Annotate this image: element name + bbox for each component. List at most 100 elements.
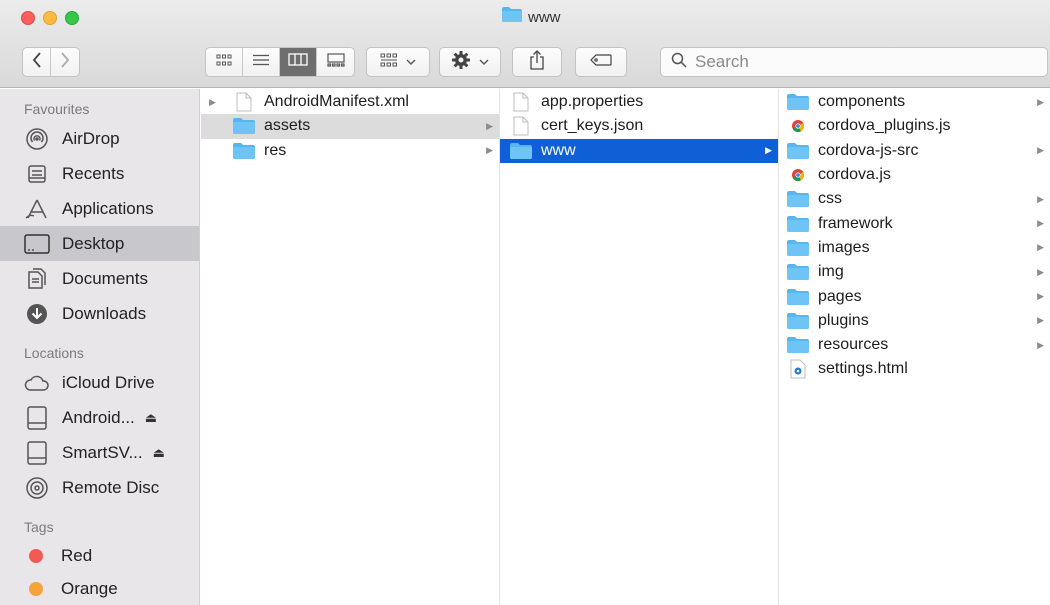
sidebar-item-recents[interactable]: Recents: [0, 156, 199, 191]
folder-name: www: [541, 141, 576, 159]
share-button[interactable]: [512, 47, 562, 77]
folder-name: cordova-js-src: [818, 141, 919, 159]
list-item-img[interactable]: img ▶: [779, 260, 1050, 284]
sidebar-item-label: Recents: [62, 163, 125, 183]
chevron-right-icon: ▶: [486, 120, 493, 131]
list-item-framework[interactable]: framework ▶: [779, 211, 1050, 235]
chevron-right-icon: ▶: [486, 145, 493, 156]
list-item-images[interactable]: images ▶: [779, 236, 1050, 260]
recents-icon: [24, 162, 50, 186]
chevron-right-icon: [60, 51, 70, 73]
orange-tag-dot-icon: [29, 581, 43, 596]
chrome-document-icon: [787, 168, 809, 182]
airdrop-icon: [24, 127, 50, 151]
folder-name: css: [818, 190, 842, 208]
sidebar-item-tag-red[interactable]: Red: [0, 539, 199, 572]
list-item-cordova-js-src[interactable]: cordova-js-src ▶: [779, 139, 1050, 163]
red-tag-dot-icon: [29, 548, 43, 563]
close-window-button[interactable]: [21, 11, 35, 25]
sidebar-item-smartsv-disk[interactable]: SmartSV... ⏏: [0, 435, 199, 470]
list-item-settings-html[interactable]: settings.html: [779, 357, 1050, 381]
share-icon: [529, 49, 545, 75]
sidebar-item-applications[interactable]: Applications: [0, 191, 199, 226]
sidebar-item-label: Applications: [62, 198, 154, 218]
forward-button[interactable]: [51, 48, 79, 76]
folder-icon: [787, 191, 809, 208]
icon-view-button[interactable]: [206, 48, 243, 76]
file-name: app.properties: [541, 93, 644, 111]
folder-icon: [787, 239, 809, 256]
sidebar-item-label: Red: [61, 545, 93, 565]
group-by-button[interactable]: [366, 47, 430, 77]
chevron-right-icon: ▶: [1037, 218, 1044, 229]
window-title-text: www: [528, 8, 561, 26]
sidebar-item-android-disk[interactable]: Android... ⏏: [0, 400, 199, 435]
document-icon: [510, 92, 532, 112]
file-name: settings.html: [818, 360, 908, 378]
list-item-assets[interactable]: assets ▶: [201, 114, 499, 139]
list-item-res[interactable]: res ▶: [201, 139, 499, 163]
desktop-icon: [24, 232, 50, 256]
list-view-button[interactable]: [243, 48, 280, 76]
list-item-components[interactable]: components ▶: [779, 90, 1050, 114]
folder-icon: [787, 337, 809, 354]
list-item-cert-keys-json[interactable]: cert_keys.json: [500, 114, 778, 138]
column-view-button[interactable]: [279, 48, 318, 76]
sidebar-item-label: Orange: [61, 578, 118, 598]
list-item-cordova-js[interactable]: cordova.js: [779, 163, 1050, 187]
chevron-down-icon: [479, 53, 489, 71]
list-item-androidmanifest-xml[interactable]: ▶ AndroidManifest.xml: [201, 90, 499, 114]
list-item-css[interactable]: css ▶: [779, 187, 1050, 211]
action-button[interactable]: [439, 47, 501, 77]
list-item-pages[interactable]: pages ▶: [779, 284, 1050, 308]
html-document-icon: [787, 359, 809, 379]
sidebar-item-tag-orange[interactable]: Orange: [0, 572, 199, 605]
folder-icon: [233, 118, 255, 135]
chevron-down-icon: [406, 53, 416, 71]
icloud-icon: [24, 371, 50, 395]
zoom-window-button[interactable]: [65, 11, 79, 25]
folder-icon: [787, 94, 809, 111]
minimize-window-button[interactable]: [43, 11, 57, 25]
search-field[interactable]: [660, 47, 1048, 77]
sidebar-item-documents[interactable]: Documents: [0, 261, 199, 296]
sidebar-item-label: Remote Disc: [62, 477, 160, 497]
disclosure-triangle-icon[interactable]: ▶: [209, 97, 216, 108]
sidebar-item-airdrop[interactable]: AirDrop: [0, 121, 199, 156]
list-item-app-properties[interactable]: app.properties: [500, 90, 778, 114]
sidebar-item-desktop[interactable]: Desktop: [0, 226, 199, 261]
folder-name: framework: [818, 214, 893, 232]
remote-disc-icon: [24, 476, 50, 500]
gallery-view-button[interactable]: [317, 48, 354, 76]
chevron-right-icon: ▶: [1037, 242, 1044, 253]
chevron-right-icon: ▶: [1037, 266, 1044, 277]
column-3: components ▶ cordova_plugins.js cordova-…: [779, 89, 1050, 605]
downloads-icon: [24, 302, 50, 326]
list-item-cordova-plugins-js[interactable]: cordova_plugins.js: [779, 114, 1050, 138]
group-by-icon: [380, 53, 398, 72]
sidebar-item-downloads[interactable]: Downloads: [0, 296, 199, 331]
edit-tags-button[interactable]: [575, 47, 627, 77]
folder-icon: [787, 215, 809, 232]
search-input[interactable]: [695, 52, 995, 72]
eject-button[interactable]: ⏏: [145, 410, 157, 426]
disk-icon: [24, 405, 50, 430]
list-item-resources[interactable]: resources ▶: [779, 333, 1050, 357]
folder-icon: [787, 312, 809, 329]
window-title: www: [502, 6, 561, 28]
sidebar-item-remote-disc[interactable]: Remote Disc: [0, 470, 199, 505]
chevron-right-icon: ▶: [765, 145, 772, 156]
column-view-icon: [288, 53, 308, 71]
list-item-plugins[interactable]: plugins ▶: [779, 309, 1050, 333]
back-forward-group: [22, 47, 80, 77]
folder-icon: [787, 264, 809, 281]
list-view-icon: [252, 53, 270, 71]
file-name: cordova_plugins.js: [818, 117, 951, 135]
search-icon: [671, 52, 687, 73]
sidebar-item-label: Downloads: [62, 303, 147, 323]
list-item-www[interactable]: www ▶: [500, 138, 778, 163]
eject-button[interactable]: ⏏: [153, 445, 165, 461]
back-button[interactable]: [23, 48, 52, 76]
view-mode-group: [205, 47, 355, 77]
sidebar-item-icloud-drive[interactable]: iCloud Drive: [0, 365, 199, 400]
